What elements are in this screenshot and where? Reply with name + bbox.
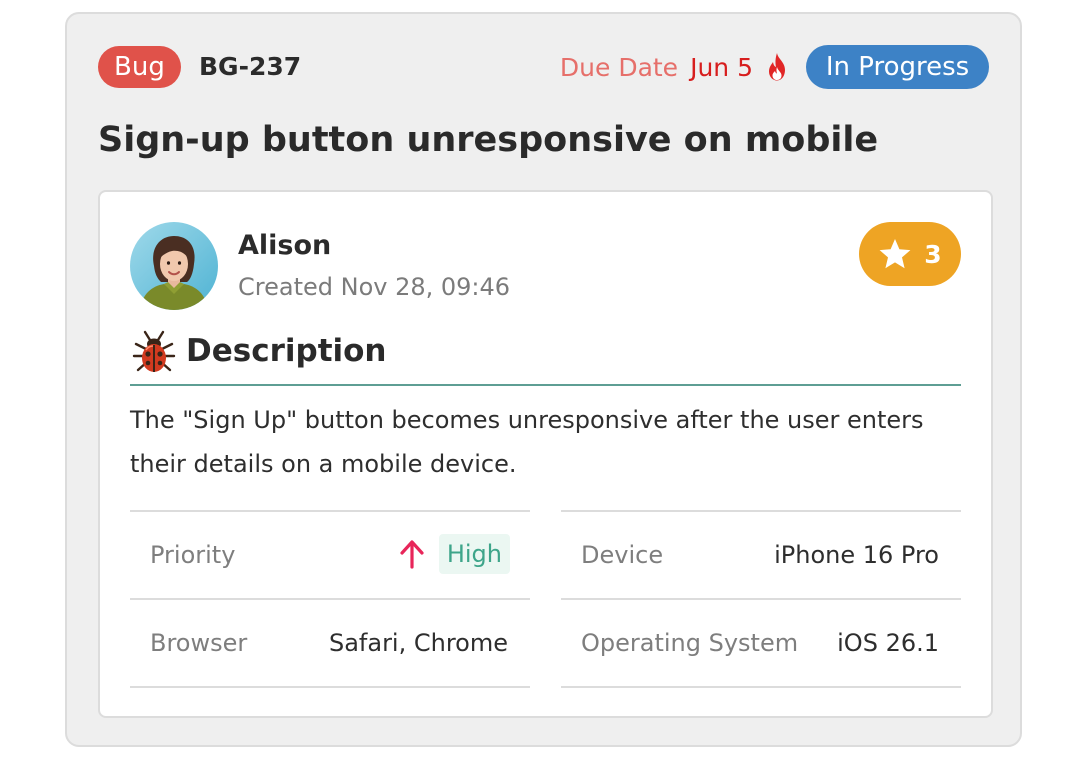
description-text: The "Sign Up" button becomes unresponsiv…	[130, 406, 924, 478]
property-row-priority: Priority High	[130, 510, 530, 598]
property-label: Priority	[150, 541, 236, 569]
bug-icon	[132, 330, 176, 372]
property-value: iOS 26.1	[837, 629, 939, 657]
priority-chip: High	[438, 534, 510, 574]
property-row-device: Device iPhone 16 Pro	[561, 510, 961, 598]
property-value: iPhone 16 Pro	[774, 541, 939, 569]
vote-button[interactable]: 3	[859, 222, 961, 286]
due-date: Due Date Jun 5	[560, 48, 789, 86]
ticket-title: Sign-up button unresponsive on mobile	[98, 120, 879, 160]
ticket-id: BG-237	[199, 52, 302, 81]
description-heading: Description	[186, 333, 387, 369]
property-row-operating-system: Operating System iOS 26.1	[561, 598, 961, 688]
avatar-image	[130, 222, 218, 310]
status-badge[interactable]: In Progress	[806, 45, 989, 89]
priority-value[interactable]: High	[399, 534, 510, 574]
properties-left-column: Priority High Browser Safari, Chrome	[130, 510, 530, 688]
fire-icon	[769, 53, 785, 81]
ticket-properties: Priority High Browser Safari, Chrome Dev…	[130, 510, 961, 690]
property-label: Device	[581, 541, 664, 569]
ticket-header: Bug BG-237 Due Date Jun 5 In Progress	[98, 44, 989, 89]
vote-count: 3	[924, 239, 942, 269]
due-date-label: Due Date	[559, 52, 679, 82]
ticket-detail-panel: Alison Created Nov 28, 09:46 3 Descripti…	[98, 190, 993, 718]
ticket-type-badge[interactable]: Bug	[98, 46, 181, 88]
property-row-browser: Browser Safari, Chrome	[130, 598, 530, 688]
star-icon	[879, 239, 911, 269]
property-label: Browser	[150, 629, 248, 657]
property-value: Safari, Chrome	[328, 629, 508, 657]
property-label: Operating System	[581, 629, 799, 657]
avatar[interactable]	[130, 222, 218, 310]
due-date-value: Jun 5	[690, 52, 753, 82]
created-timestamp: Created Nov 28, 09:46	[238, 273, 511, 301]
arrow-up-icon	[400, 540, 424, 569]
properties-right-column: Device iPhone 16 Pro Operating System iO…	[561, 510, 961, 688]
ticket-card[interactable]: Bug BG-237 Due Date Jun 5 In Progress Si…	[65, 12, 1022, 747]
author-name[interactable]: Alison	[238, 228, 331, 264]
description-header: Description	[130, 324, 961, 386]
